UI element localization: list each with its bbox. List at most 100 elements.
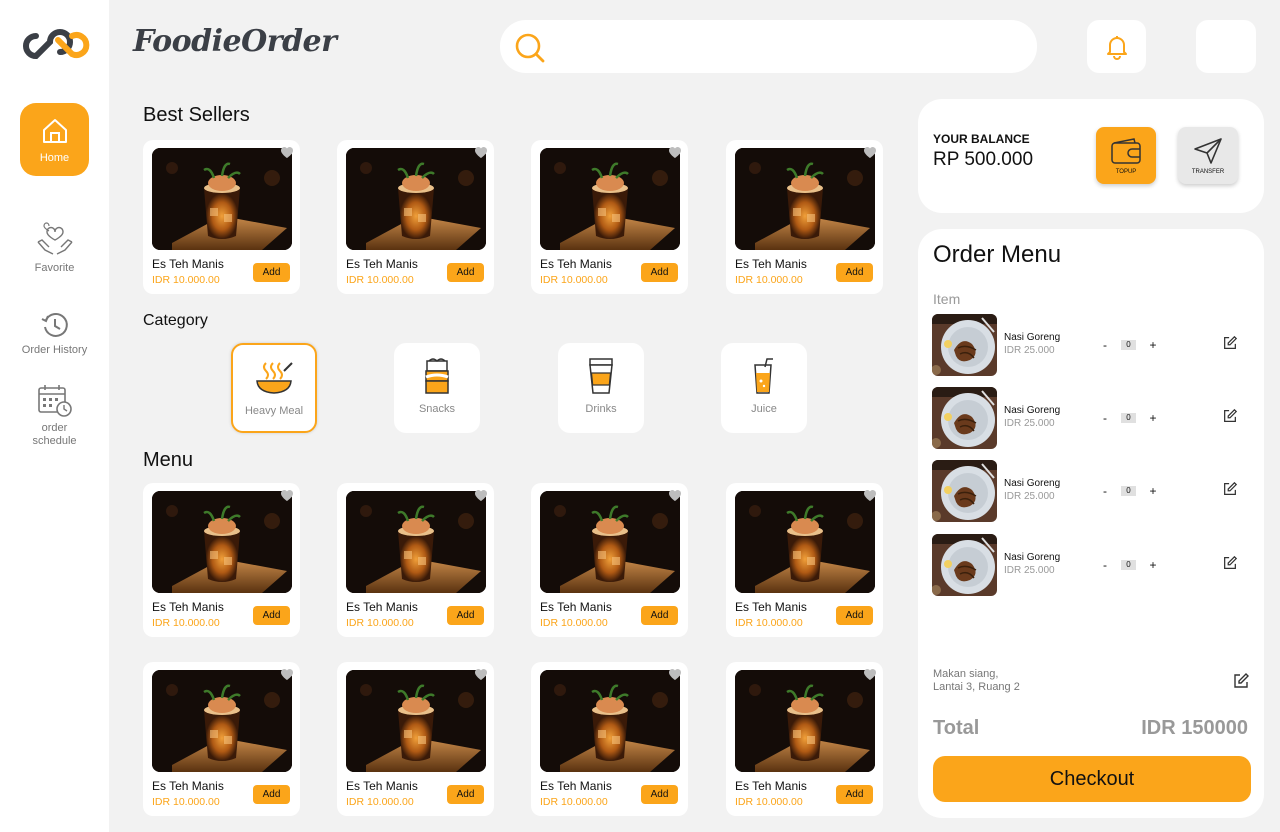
edit-icon[interactable] — [1222, 481, 1238, 497]
favorite-heart-icon[interactable] — [474, 668, 488, 681]
product-image — [735, 148, 875, 250]
topup-button[interactable]: TOPUP — [1096, 127, 1156, 184]
add-button[interactable]: Add — [836, 263, 873, 282]
product-card[interactable]: Es Teh Manis IDR 10.000.00 Add — [531, 662, 688, 816]
add-button[interactable]: Add — [447, 606, 484, 625]
search-icon — [515, 33, 545, 63]
favorite-heart-icon[interactable] — [668, 668, 682, 681]
product-card[interactable]: Es Teh Manis IDR 10.000.00 Add — [726, 483, 883, 637]
favorite-heart-icon[interactable] — [474, 146, 488, 159]
add-button[interactable]: Add — [836, 785, 873, 804]
product-image — [346, 670, 486, 772]
edit-icon[interactable] — [1222, 555, 1238, 571]
product-card[interactable]: Es Teh Manis IDR 10.000.00 Add — [143, 662, 300, 816]
order-item-name: Nasi Goreng — [1004, 552, 1061, 563]
add-button[interactable]: Add — [253, 263, 290, 282]
add-button[interactable]: Add — [641, 606, 678, 625]
favorite-heart-icon[interactable] — [668, 489, 682, 502]
product-card[interactable]: Es Teh Manis IDR 10.000.00 Add — [143, 483, 300, 637]
product-price: IDR 10.000.00 — [152, 274, 220, 286]
product-image — [540, 491, 680, 593]
category-drinks[interactable]: Drinks — [558, 343, 644, 433]
product-card[interactable]: Es Teh Manis IDR 10.000.00 Add — [337, 483, 494, 637]
balance-amount: RP 500.000 — [933, 149, 1034, 170]
balance-card: YOUR BALANCE RP 500.000 TOPUP TRANSFER — [918, 99, 1264, 213]
order-item-name: Nasi Goreng — [1004, 332, 1061, 343]
edit-note-icon[interactable] — [1232, 672, 1250, 690]
notification-button[interactable] — [1087, 20, 1146, 73]
product-image — [735, 491, 875, 593]
product-name: Es Teh Manis — [540, 257, 612, 271]
product-price: IDR 10.000.00 — [152, 796, 220, 808]
favorite-heart-icon[interactable] — [280, 146, 294, 159]
search-input[interactable] — [560, 30, 1020, 62]
decrease-qty-button[interactable]: - — [1100, 558, 1110, 572]
increase-qty-button[interactable]: + — [1148, 558, 1158, 572]
order-item-image — [932, 534, 997, 596]
transfer-button[interactable]: TRANSFER — [1178, 127, 1238, 184]
product-name: Es Teh Manis — [346, 779, 418, 793]
delivery-note: Makan siang, Lantai 3, Ruang 2 — [933, 668, 1020, 694]
add-button[interactable]: Add — [447, 263, 484, 282]
decrease-qty-button[interactable]: - — [1100, 411, 1110, 425]
add-button[interactable]: Add — [447, 785, 484, 804]
sidebar-item-home[interactable]: Home — [20, 103, 89, 176]
add-button[interactable]: Add — [253, 785, 290, 804]
product-price: IDR 10.000.00 — [735, 274, 803, 286]
favorite-heart-icon[interactable] — [668, 146, 682, 159]
sidebar-item-favorite[interactable]: Favorite — [0, 218, 109, 275]
product-image — [735, 670, 875, 772]
edit-icon[interactable] — [1222, 408, 1238, 424]
sidebar-item-label: order schedule — [32, 422, 77, 447]
decrease-qty-button[interactable]: - — [1100, 338, 1110, 352]
product-image — [152, 148, 292, 250]
favorite-heart-icon[interactable] — [863, 146, 877, 159]
product-price: IDR 10.000.00 — [346, 617, 414, 629]
category-snacks[interactable]: Snacks — [394, 343, 480, 433]
order-item-image — [932, 387, 997, 449]
product-card[interactable]: Es Teh Manis IDR 10.000.00 Add — [531, 140, 688, 294]
favorite-heart-icon[interactable] — [280, 668, 294, 681]
sidebar-item-order-history[interactable]: Order History — [0, 310, 109, 357]
category-juice[interactable]: Juice — [721, 343, 807, 433]
profile-avatar[interactable] — [1196, 20, 1256, 73]
add-button[interactable]: Add — [253, 606, 290, 625]
note-line: Lantai 3, Ruang 2 — [933, 681, 1020, 693]
add-button[interactable]: Add — [836, 606, 873, 625]
product-card[interactable]: Es Teh Manis IDR 10.000.00 Add — [337, 662, 494, 816]
order-item-image — [932, 314, 997, 376]
sidebar-item-order-schedule[interactable]: order schedule — [0, 384, 109, 448]
increase-qty-button[interactable]: + — [1148, 484, 1158, 498]
checkout-button[interactable]: Checkout — [933, 756, 1251, 802]
order-item-price: IDR 25.000 — [1004, 565, 1055, 576]
product-price: IDR 10.000.00 — [735, 796, 803, 808]
product-price: IDR 10.000.00 — [152, 617, 220, 629]
product-name: Es Teh Manis — [152, 257, 224, 271]
history-icon — [41, 313, 68, 337]
favorite-heart-icon[interactable] — [863, 489, 877, 502]
product-name: Es Teh Manis — [735, 600, 807, 614]
add-button[interactable]: Add — [641, 263, 678, 282]
search-bar[interactable] — [500, 20, 1037, 73]
best-sellers-title: Best Sellers — [143, 104, 250, 126]
product-card[interactable]: Es Teh Manis IDR 10.000.00 Add — [726, 662, 883, 816]
product-price: IDR 10.000.00 — [540, 617, 608, 629]
add-button[interactable]: Add — [641, 785, 678, 804]
decrease-qty-button[interactable]: - — [1100, 484, 1110, 498]
category-heavy-meal[interactable]: Heavy Meal — [231, 343, 317, 433]
product-card[interactable]: Es Teh Manis IDR 10.000.00 Add — [531, 483, 688, 637]
product-image — [540, 148, 680, 250]
edit-icon[interactable] — [1222, 335, 1238, 351]
favorite-heart-icon[interactable] — [280, 489, 294, 502]
favorite-heart-icon[interactable] — [474, 489, 488, 502]
product-card[interactable]: Es Teh Manis IDR 10.000.00 Add — [726, 140, 883, 294]
product-image — [152, 491, 292, 593]
product-image — [346, 491, 486, 593]
increase-qty-button[interactable]: + — [1148, 338, 1158, 352]
product-card[interactable]: Es Teh Manis IDR 10.000.00 Add — [337, 140, 494, 294]
drink-cup-icon — [589, 358, 613, 394]
favorite-heart-icon[interactable] — [863, 668, 877, 681]
product-card[interactable]: Es Teh Manis IDR 10.000.00 Add — [143, 140, 300, 294]
logo-icon — [23, 29, 90, 60]
increase-qty-button[interactable]: + — [1148, 411, 1158, 425]
